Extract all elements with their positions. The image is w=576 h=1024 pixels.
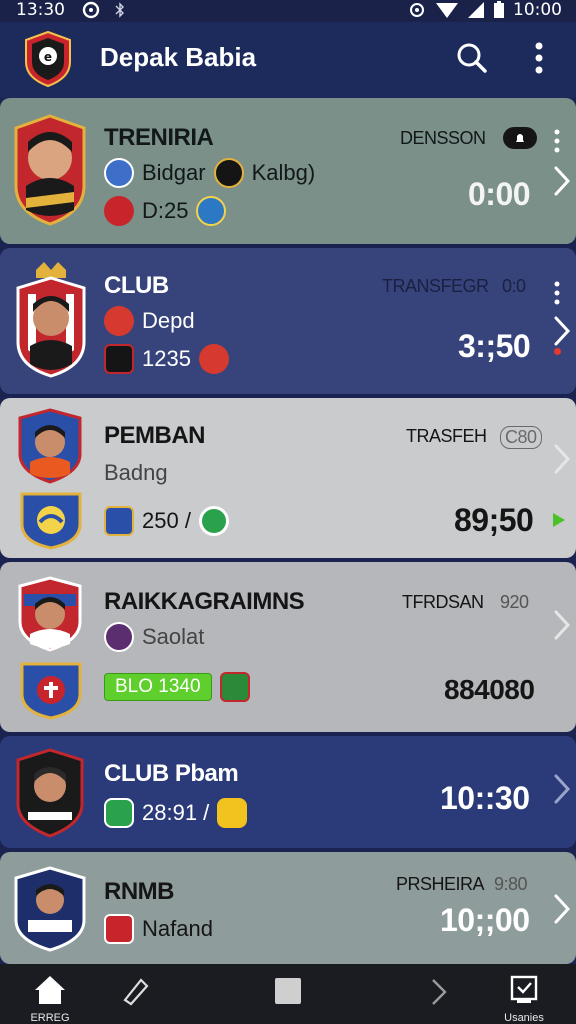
svg-text:e: e	[44, 50, 52, 64]
match-score: 884080	[444, 674, 535, 705]
club-crest	[18, 576, 82, 652]
list-item[interactable]: CLUB TRANSFEGR 0:0 Depd 1235 3:;50	[0, 248, 576, 394]
club-badge-icon	[104, 798, 134, 828]
chevron-right-icon[interactable]	[552, 164, 572, 198]
club-badge-icon	[196, 196, 227, 226]
transfer-count: 9:80	[494, 874, 528, 894]
signal-icon	[468, 2, 484, 18]
battery-icon	[494, 1, 504, 18]
hotspot-icon	[410, 3, 424, 17]
club-info: Nafand	[142, 916, 213, 941]
club-badge-icon	[213, 158, 244, 188]
app-logo: e	[25, 30, 71, 88]
club-badge-icon	[219, 672, 250, 702]
club-info: 1235	[142, 346, 191, 371]
match-score: 10;;00	[440, 902, 530, 938]
club-badge-icon	[104, 158, 134, 188]
wifi-icon	[436, 3, 458, 18]
club-name: CLUB Pbam	[104, 760, 239, 787]
search-icon[interactable]	[452, 38, 492, 78]
nav-home-label: ERREG	[30, 1012, 70, 1024]
club-badge-icon	[104, 622, 134, 652]
club-badge-icon	[198, 506, 229, 536]
club-name: TRENIRIA	[104, 124, 214, 151]
bell-icon[interactable]	[502, 126, 538, 150]
club-info: 28:91 /	[142, 800, 210, 825]
live-dot-icon	[554, 348, 561, 355]
nav-tasks-label: Usanies	[504, 1012, 544, 1024]
home-icon	[35, 976, 65, 1004]
nav-edit[interactable]	[106, 974, 166, 1022]
list-item[interactable]: TRENIRIA DENSSON Bidgar Kalbg) D:25 0:00	[0, 98, 576, 244]
club-crest	[20, 662, 82, 720]
app-title: Depak Babia	[100, 42, 257, 72]
club-badge-icon	[104, 506, 134, 536]
transfer-label: DENSSON	[400, 128, 486, 148]
club-info: Saolat	[142, 624, 205, 649]
club-info: Bidgar	[142, 160, 206, 185]
list-item[interactable]: CLUB Pbam 28:91 / 10::30	[0, 736, 576, 848]
club-name: CLUB	[104, 272, 169, 299]
club-crest	[20, 492, 82, 550]
club-badge-icon	[104, 306, 134, 336]
nav-overview[interactable]	[258, 974, 318, 1022]
more-vert-icon[interactable]	[552, 128, 562, 154]
club-crest	[18, 408, 82, 484]
transfer-label: PRSHEIRA	[396, 874, 485, 894]
club-crest	[16, 748, 84, 838]
chevron-right-icon[interactable]	[552, 314, 572, 348]
list-item[interactable]: RAIKKAGRAIMNS TFRDSAN 920 Saolat BLO 134…	[0, 562, 576, 732]
match-score: 0:00	[468, 176, 531, 212]
club-crest	[14, 114, 86, 226]
match-score: 3:;50	[458, 328, 531, 364]
transfer-count: 0:0	[502, 276, 526, 296]
club-name: RAIKKAGRAIMNS	[104, 588, 305, 615]
play-icon[interactable]	[552, 512, 566, 528]
bluetooth-icon	[115, 2, 124, 18]
square-icon	[275, 978, 301, 1004]
club-info: D:25	[142, 198, 189, 223]
transfer-label: TRASFEH	[406, 426, 487, 446]
more-vert-icon[interactable]	[524, 38, 554, 78]
chevron-right-icon[interactable]	[552, 442, 572, 476]
club-badge-icon	[104, 344, 134, 374]
club-info: Depd	[142, 308, 195, 333]
list-item[interactable]: PEMBAN TRASFEH C80 Badng 250 / 89;50	[0, 398, 576, 558]
club-crest	[16, 262, 86, 378]
club-badge-icon	[104, 914, 134, 944]
club-badge-icon	[104, 196, 134, 226]
pencil-icon	[123, 978, 149, 1006]
club-name: RNMB	[104, 878, 175, 905]
club-info: 250 /	[142, 508, 191, 533]
more-vert-icon[interactable]	[552, 280, 562, 306]
match-score: 10::30	[440, 780, 530, 816]
club-crest	[14, 866, 86, 952]
nav-next[interactable]	[408, 974, 468, 1022]
list-item[interactable]: RNMB PRSHEIRA 9:80 Nafand 10;;00	[0, 852, 576, 964]
transfer-count: C80	[500, 426, 542, 449]
status-bar: 13:30 10:00	[0, 0, 576, 22]
club-name: PEMBAN	[104, 422, 206, 449]
chevron-right-icon[interactable]	[552, 772, 572, 806]
transfer-label: TRANSFEGR	[382, 276, 489, 296]
status-time-right: 10:00	[513, 0, 562, 20]
chevron-right-icon[interactable]	[552, 892, 572, 926]
status-time: 13:30	[16, 0, 65, 20]
transfer-count: 920	[500, 592, 529, 612]
match-score: 89;50	[454, 502, 534, 538]
nav-tasks[interactable]: Usanies	[494, 974, 554, 1024]
club-info: Badng	[104, 460, 168, 485]
chevron-right-icon	[432, 979, 447, 1005]
status-badge: BLO 1340	[104, 673, 212, 701]
app-bar: e Depak Babia	[0, 22, 576, 98]
bottom-navigation: ERREG Usanies	[0, 964, 576, 1024]
club-info: Kalbg)	[251, 160, 316, 185]
club-badge-icon	[198, 344, 229, 374]
chevron-right-icon[interactable]	[552, 608, 572, 642]
nav-home[interactable]: ERREG	[20, 974, 80, 1024]
alarm-icon	[82, 1, 100, 19]
club-badge-icon	[217, 798, 248, 828]
checkbox-icon	[510, 975, 538, 1003]
transfer-label: TFRDSAN	[402, 592, 484, 612]
